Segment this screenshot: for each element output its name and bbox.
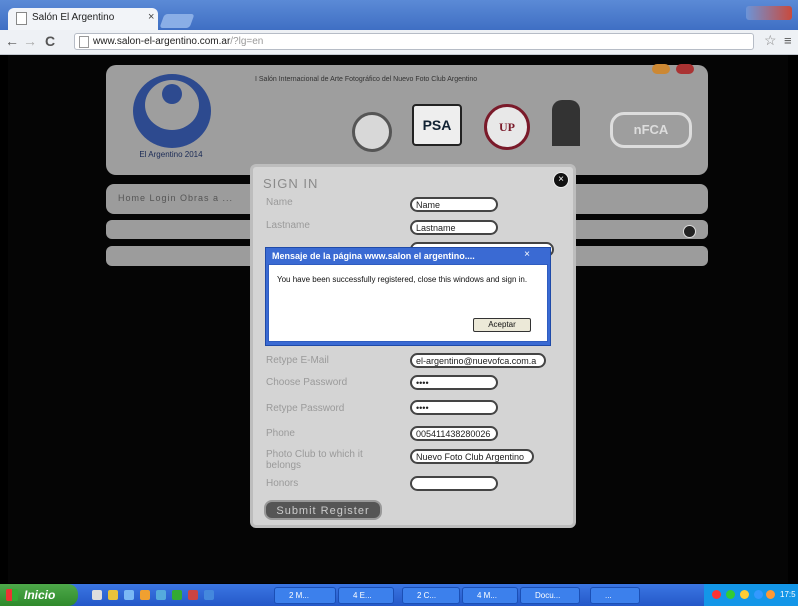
taskbar-item[interactable]: ... [590,587,640,604]
photo-club-input[interactable]: Nuevo Foto Club Argentino [410,449,534,464]
taskbar-item[interactable]: 4 E... [338,587,394,604]
site-nav-links[interactable]: Home Login Obras a ... [118,193,233,203]
reload-icon[interactable]: C [42,33,58,49]
modal-close-icon[interactable]: × [553,172,569,188]
language-flag-icon[interactable] [652,64,670,74]
tray-icon[interactable] [740,590,749,599]
tab-title: Salón El Argentino [32,12,115,23]
field-label-lastname: Lastname [266,220,310,231]
logo-dot [162,84,182,104]
url-host: www.salon-el-argentino.com.ar [93,36,231,47]
field-label-photo-club: Photo Club to which it belongs [266,449,363,471]
retype-password-input[interactable]: •••• [410,400,498,415]
quicklaunch-icon[interactable] [108,590,118,600]
field-label-retype-email: Retype E-Mail [266,355,329,366]
taskbar-item[interactable]: 4 M... [462,587,518,604]
quicklaunch-icon[interactable] [188,590,198,600]
tray-icon[interactable] [712,590,721,599]
taskbar-item[interactable]: 2 M... [274,587,336,604]
address-bar[interactable]: www.salon-el-argentino.com.ar/?lg=en [74,33,754,50]
back-icon[interactable]: ← [4,33,20,49]
alert-accept-button[interactable]: Aceptar [473,318,531,332]
tray-icon[interactable] [754,590,763,599]
taskbar-item[interactable]: 2 C... [402,587,460,604]
password-input[interactable]: •••• [410,375,498,390]
tray-icon[interactable] [726,590,735,599]
retype-email-input[interactable]: el-argentino@nuevofca.com.a [410,353,546,368]
tab-close-icon[interactable]: × [148,11,154,23]
tray-clock: 17:5 [780,590,796,599]
quicklaunch-icon[interactable] [204,590,214,600]
field-label-honors: Honors [266,478,299,489]
signin-title: SIGN IN [263,176,319,191]
new-tab-button[interactable] [159,14,195,28]
honors-input[interactable] [410,476,498,491]
quicklaunch-icon[interactable] [92,590,102,600]
tray-icon[interactable] [766,590,775,599]
language-flag-icon[interactable] [676,64,694,74]
phone-input[interactable]: 005411438280026 [410,426,498,441]
field-label-choose-password: Choose Password [266,377,348,388]
url-path: /?lg=en [230,36,264,47]
field-label-name: Name [266,197,293,208]
bar-close-icon[interactable] [683,225,696,238]
up-logo: UP [484,104,530,150]
seal-logo-icon [352,112,392,152]
windows-logo-icon [6,589,18,601]
fca-logo: nFCA [610,112,692,148]
taskbar-item[interactable]: Docu... [520,587,580,604]
lastname-input[interactable]: Lastname [410,220,498,235]
signin-modal [250,164,576,528]
alert-title: Mensaje de la página www.salon el argent… [272,251,475,261]
field-label-phone: Phone [266,428,295,439]
forward-icon[interactable]: → [22,33,38,49]
alert-message: You have been successfully registered, c… [277,275,528,284]
browser-toolbar: ← → C www.salon-el-argentino.com.ar/?lg=… [0,30,798,55]
menu-icon[interactable]: ≡ [784,33,792,48]
tower-logo-icon [552,100,580,146]
field-label-retype-password: Retype Password [266,403,345,414]
browser-tab[interactable]: Salón El Argentino × [8,8,158,30]
quicklaunch-icon[interactable] [140,590,150,600]
name-input[interactable]: Name [410,197,498,212]
window-controls[interactable] [746,6,792,20]
quicklaunch-icon[interactable] [124,590,134,600]
psa-logo: PSA [412,104,462,146]
page-icon [16,12,27,25]
logo-text: El Argentino 2014 [139,150,203,159]
submit-register-button[interactable]: Submit Register [264,500,382,520]
page-icon [79,36,89,48]
quicklaunch-icon[interactable] [156,590,166,600]
bookmark-star-icon[interactable]: ☆ [764,32,777,49]
site-header-text: I Salón Internacional de Arte Fotográfic… [255,76,478,83]
quicklaunch-icon[interactable] [172,590,182,600]
taskbar [0,584,798,606]
alert-close-icon[interactable]: × [521,249,533,261]
